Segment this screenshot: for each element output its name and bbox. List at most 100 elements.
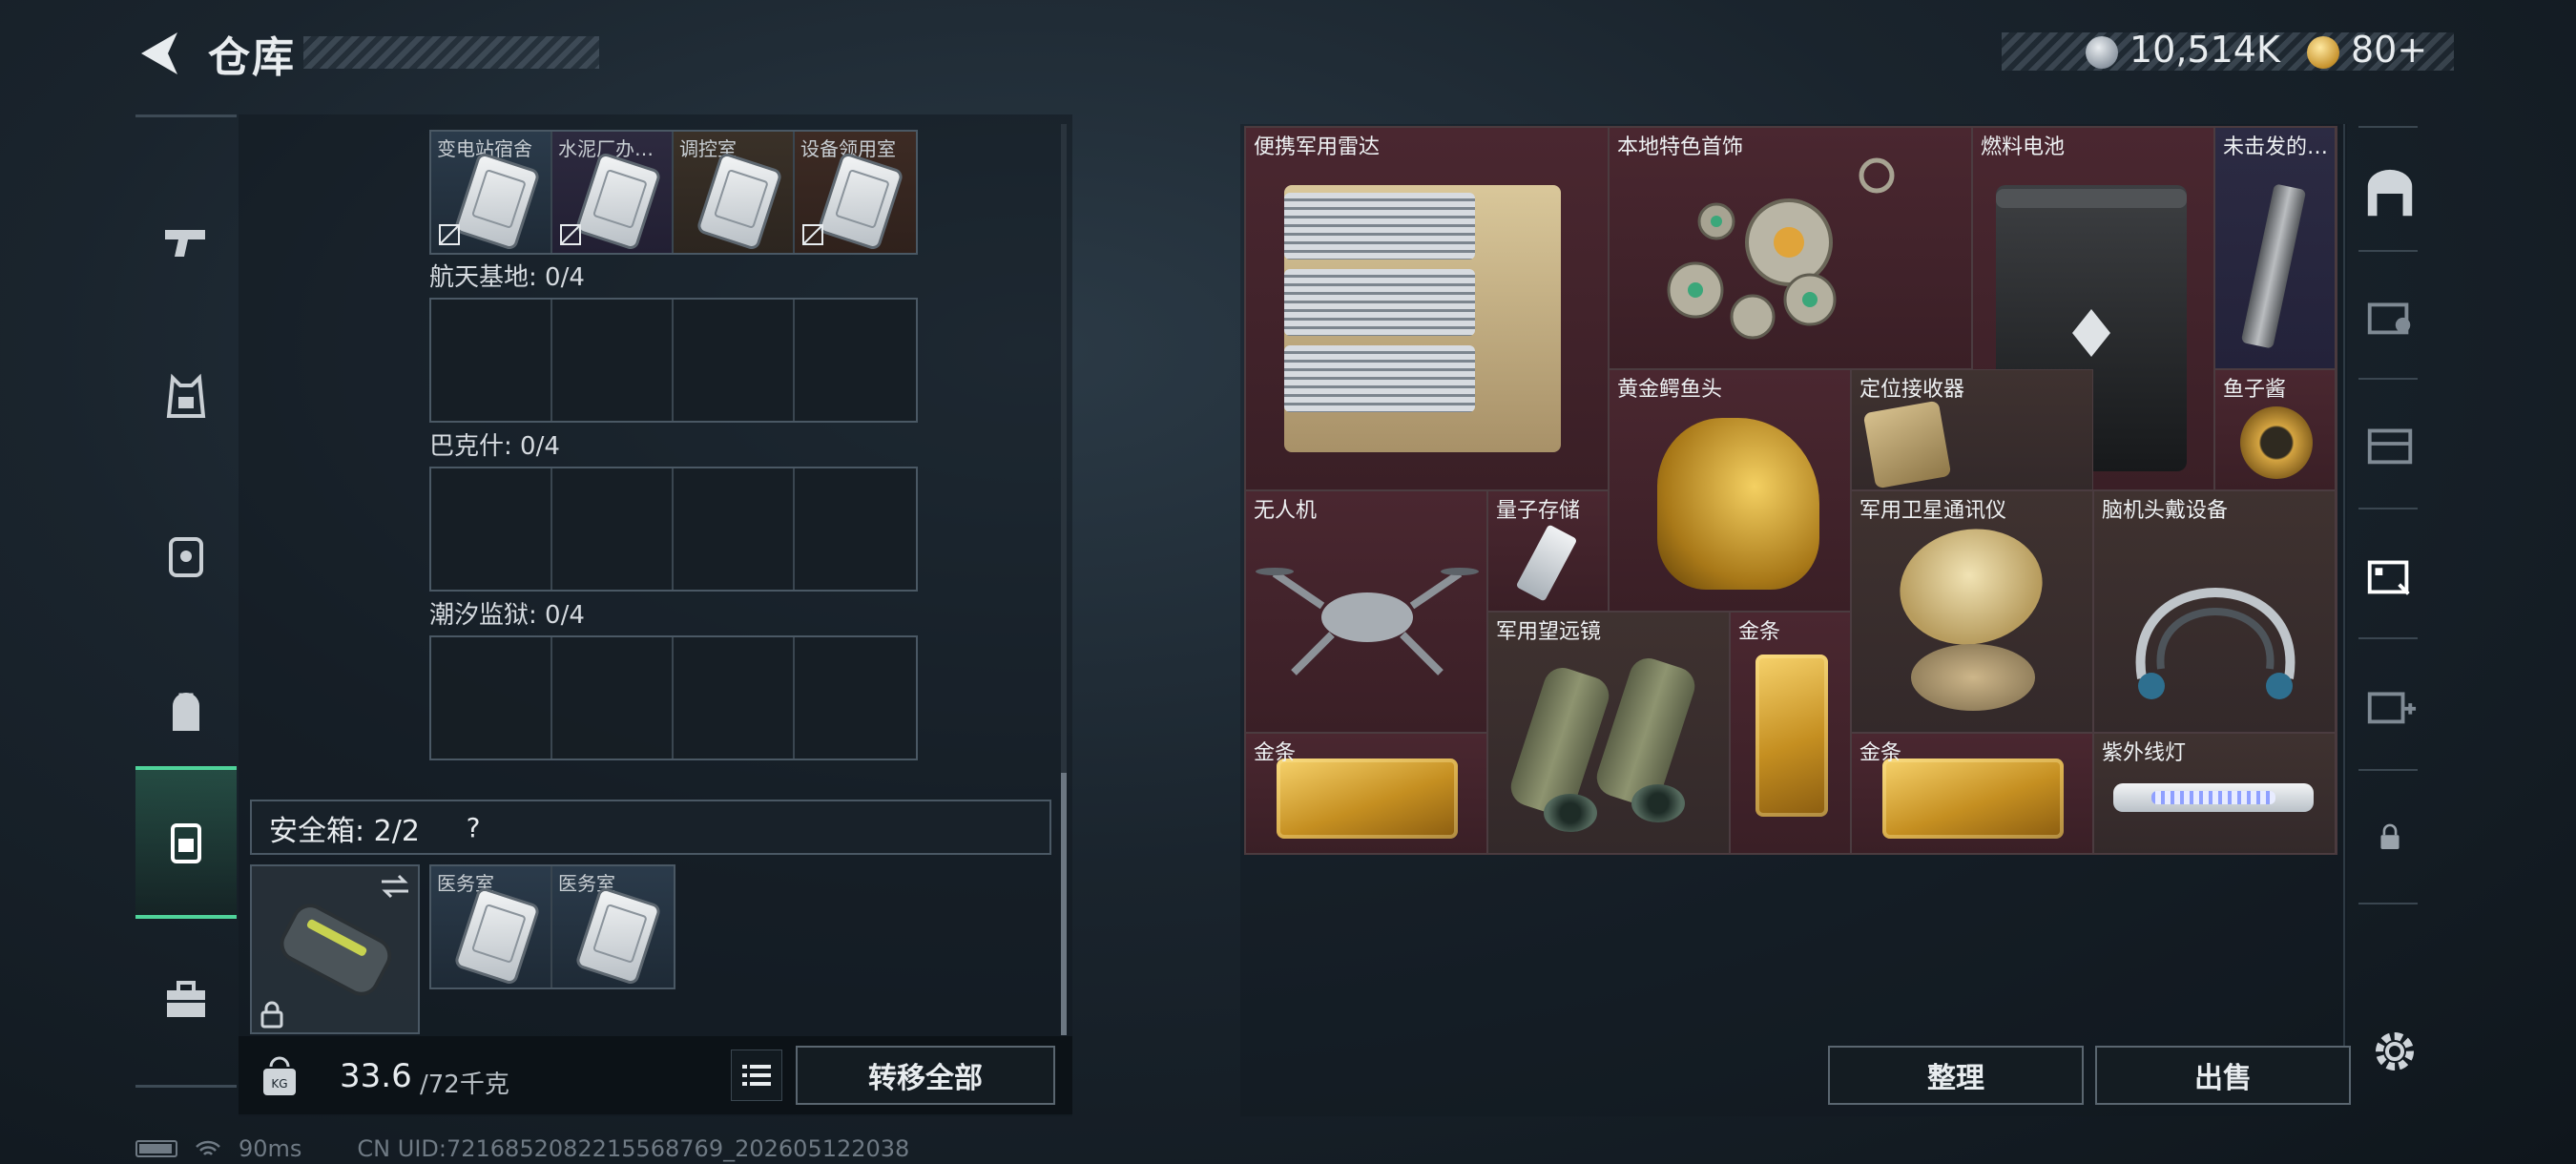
- tab-keys[interactable]: [135, 766, 237, 919]
- divider: [2358, 769, 2418, 771]
- item-name: 定位接收器: [1859, 378, 1965, 402]
- scrollbar-thumb[interactable]: [1061, 773, 1067, 1035]
- empty-key-slot[interactable]: [552, 300, 674, 421]
- list-view-button[interactable]: [731, 1050, 782, 1101]
- item-portable-radar[interactable]: 便携军用雷达: [1245, 127, 1609, 490]
- sell-button[interactable]: 出售: [2095, 1046, 2351, 1105]
- item-local-jewelry[interactable]: 本地特色首饰: [1609, 127, 1972, 369]
- tab-storage-page-3[interactable]: [2357, 410, 2423, 477]
- key-slot[interactable]: 设备领用室: [795, 132, 916, 253]
- empty-key-slot[interactable]: [674, 637, 795, 759]
- item-satellite-comm[interactable]: 军用卫星通讯仪: [1851, 490, 2093, 733]
- silver-currency-value: 10,514K: [2129, 29, 2280, 71]
- tab-storage-page-2[interactable]: [2357, 282, 2423, 349]
- add-storage-icon: [2367, 692, 2417, 724]
- keycard-icon: [577, 155, 659, 248]
- empty-key-slot[interactable]: [431, 637, 552, 759]
- status-bar: 90ms CN UID:7216852082215568769_20260512…: [135, 1135, 909, 1162]
- empty-key-slot[interactable]: [795, 637, 916, 759]
- tab-containers[interactable]: [135, 924, 237, 1076]
- uv-tube: [2151, 791, 2275, 804]
- map-heading-tidal-prison: 潮汐监狱: 0/4: [429, 601, 585, 630]
- map-heading-bakhsh: 巴克什: 0/4: [429, 432, 560, 461]
- svg-text:KG: KG: [271, 1077, 287, 1091]
- item-gold-bar[interactable]: 金条: [1851, 733, 2093, 854]
- tab-armor[interactable]: [135, 322, 237, 475]
- empty-key-slot[interactable]: [431, 300, 552, 421]
- map-heading-aerospace: 航天基地: 0/4: [429, 263, 585, 292]
- item-golden-croc-head[interactable]: 黄金鳄鱼头: [1609, 369, 1851, 612]
- item-name: 量子存储: [1496, 499, 1581, 523]
- key-slot[interactable]: 调控室: [674, 132, 795, 253]
- item-name: 鱼子酱: [2223, 378, 2287, 402]
- empty-key-slot[interactable]: [795, 300, 916, 421]
- empty-key-slot[interactable]: [674, 300, 795, 421]
- empty-key-slot[interactable]: [552, 468, 674, 590]
- item-unfired-round[interactable]: 未击发的…: [2214, 127, 2336, 369]
- tab-storage-page-4-active[interactable]: [2357, 542, 2423, 609]
- divider: [2358, 637, 2418, 639]
- no-lock-icon: [802, 224, 823, 245]
- item-gold-bar[interactable]: 金条: [1245, 733, 1487, 854]
- briefcase-icon: [167, 981, 205, 1017]
- divider: [2358, 378, 2418, 380]
- item-military-binoculars[interactable]: 军用望远镜: [1487, 612, 1730, 854]
- settings-button[interactable]: [2368, 1025, 2421, 1078]
- add-storage-page-button[interactable]: [2357, 672, 2423, 738]
- radar-panel: [1284, 269, 1475, 336]
- key-slot[interactable]: 变电站宿舍: [431, 132, 552, 253]
- item-uv-lamp[interactable]: 紫外线灯: [2093, 733, 2336, 854]
- secure-case-label: 安全箱: 2/2: [269, 815, 420, 848]
- key-slot[interactable]: 水泥厂办…: [552, 132, 674, 253]
- item-caviar[interactable]: 鱼子酱: [2214, 369, 2336, 490]
- gold-croc-head-icon: [1657, 418, 1819, 590]
- empty-key-slot[interactable]: [552, 637, 674, 759]
- locked-storage-page[interactable]: [2357, 803, 2423, 870]
- storage-shelf-icon: [2367, 428, 2413, 465]
- binoculars-lens: [1631, 784, 1685, 822]
- receiver-icon: [1862, 400, 1952, 489]
- tab-chest-rig[interactable]: [135, 480, 237, 633]
- gold-bar-icon: [1277, 759, 1458, 839]
- empty-key-slot[interactable]: [795, 468, 916, 590]
- item-name: 未击发的…: [2223, 135, 2329, 159]
- swap-icon[interactable]: [378, 872, 412, 901]
- item-name: 金条: [1254, 741, 1297, 765]
- rocket-round-icon: [2240, 183, 2307, 349]
- pistol-icon: [165, 230, 205, 257]
- gold-currency-value[interactable]: 80+: [2351, 29, 2427, 71]
- item-name: 紫外线灯: [2102, 741, 2187, 765]
- map-key-slots: [429, 467, 918, 592]
- help-button[interactable]: ?: [454, 809, 492, 847]
- empty-key-slot[interactable]: [431, 468, 552, 590]
- back-button[interactable]: [134, 25, 191, 82]
- vault-icon: [2367, 169, 2413, 217]
- caviar-tin-icon: [2240, 406, 2313, 479]
- secure-case-slots: 医务室 医务室: [429, 864, 675, 989]
- lock-icon: [2380, 823, 2399, 849]
- secure-slot[interactable]: 医务室: [552, 866, 674, 987]
- no-lock-icon: [560, 224, 581, 245]
- item-drone[interactable]: 无人机: [1245, 490, 1487, 733]
- divider: [2358, 250, 2418, 252]
- title-decoration: [303, 36, 599, 69]
- item-quantum-storage[interactable]: 量子存储: [1487, 490, 1609, 612]
- radar-panel: [1284, 345, 1475, 412]
- empty-key-slot[interactable]: [674, 468, 795, 590]
- item-bci-headset[interactable]: 脑机头戴设备: [2093, 490, 2336, 733]
- item-gold-bar-vertical[interactable]: 金条: [1730, 612, 1851, 854]
- gear-icon: [2376, 1032, 2414, 1070]
- item-name: 便携军用雷达: [1254, 135, 1381, 159]
- keycard-icon: [456, 155, 538, 248]
- tab-storage-page-1[interactable]: [2357, 160, 2423, 227]
- keycard-icon: [698, 155, 780, 248]
- gold-bar-icon: [1882, 759, 2064, 839]
- tab-weapons[interactable]: [135, 165, 237, 318]
- secure-slot[interactable]: 医务室: [431, 866, 552, 987]
- divider: [2358, 508, 2418, 509]
- transfer-all-button[interactable]: 转移全部: [796, 1046, 1055, 1105]
- item-positioning-receiver[interactable]: 定位接收器: [1851, 369, 2093, 490]
- sort-button[interactable]: 整理: [1828, 1046, 2084, 1105]
- usb-drive-icon: [1515, 524, 1578, 602]
- battery-top: [1996, 189, 2187, 208]
